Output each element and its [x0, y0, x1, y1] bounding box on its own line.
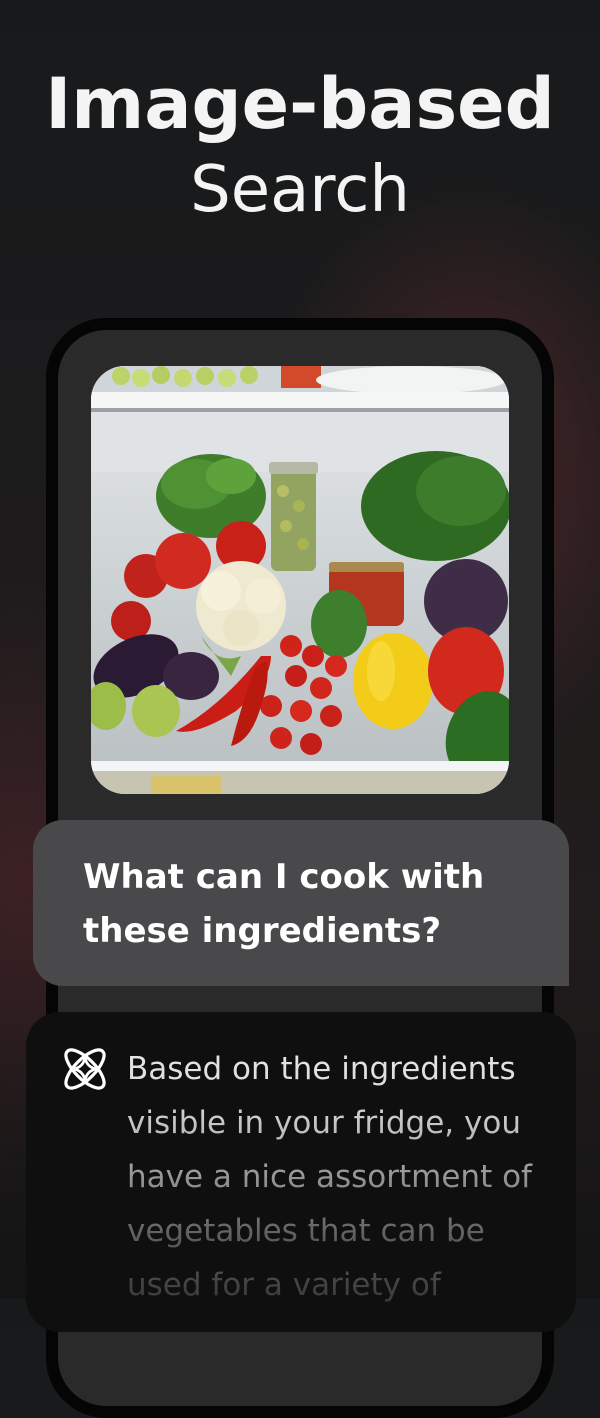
user-question-bubble: What can I cook with these ingredients?: [33, 820, 569, 986]
headline-subtitle: Search: [190, 153, 410, 227]
fridge-photo: [91, 366, 509, 794]
hero-headline: Image-based Search: [0, 58, 600, 230]
fridge-vegetables-image: [91, 366, 509, 794]
ai-response-text: Based on the ingredients visible in your…: [127, 1042, 567, 1312]
headline-title: Image-based: [45, 63, 555, 145]
user-question-text: What can I cook with these ingredients?: [83, 857, 485, 951]
ai-sparkle-icon: [56, 1040, 114, 1098]
